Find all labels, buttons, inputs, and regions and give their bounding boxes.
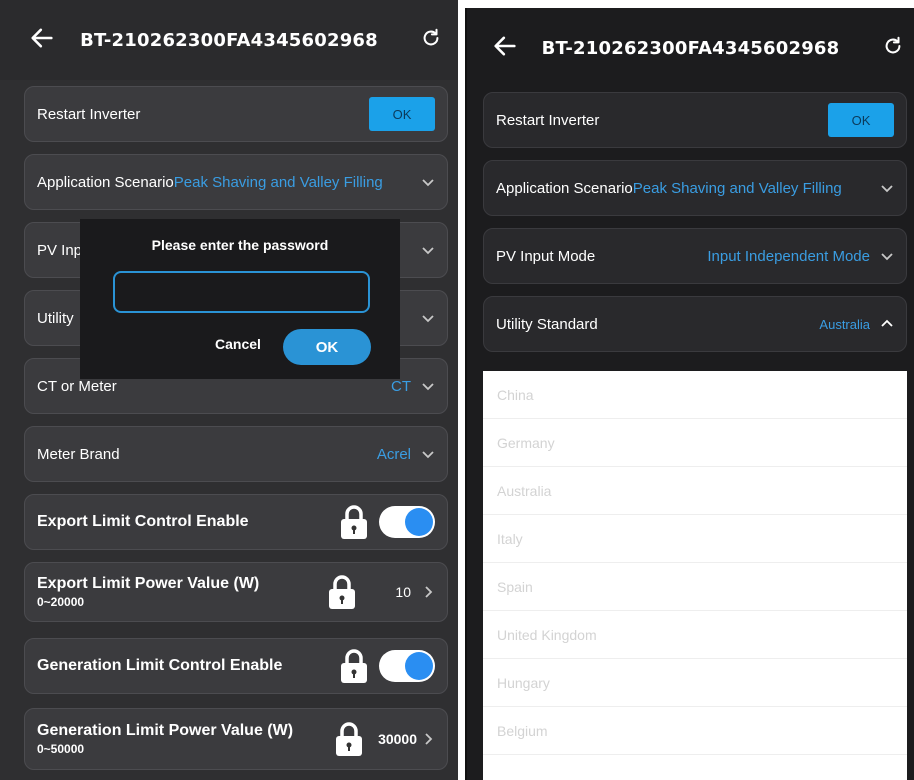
dropdown-option[interactable]: Italy [483, 515, 907, 563]
generation-limit-power-range: 0~50000 [37, 742, 85, 756]
utility-standard-label: Utility [37, 309, 74, 327]
meter-brand-value: Acrel [376, 445, 411, 463]
lock-icon [341, 649, 367, 683]
refresh-icon[interactable] [420, 27, 442, 49]
chevron-up-icon [881, 319, 893, 327]
generation-limit-enable-row: Generation Limit Control Enable [24, 638, 448, 694]
export-limit-enable-row: Export Limit Control Enable [24, 494, 448, 550]
chevron-down-icon [881, 253, 893, 261]
pv-input-mode-row[interactable]: PV Input Mode Input Independent Mode [483, 228, 907, 284]
password-dialog: Please enter the password Cancel OK [80, 219, 400, 379]
device-title: BT-210262300FA4345602968 [80, 29, 378, 51]
chevron-down-icon [422, 383, 434, 391]
export-limit-power-row[interactable]: Export Limit Power Value (W) 0~20000 10 [24, 562, 448, 622]
pv-input-mode-label: PV Input Mode [496, 247, 596, 265]
application-scenario-value: Peak Shaving and Valley Filling [173, 173, 383, 191]
application-scenario-label: Application Scenario [37, 173, 174, 191]
export-limit-power-range: 0~20000 [37, 595, 85, 609]
application-scenario-row[interactable]: Application Scenario Peak Shaving and Va… [483, 160, 907, 216]
chevron-down-icon [422, 179, 434, 187]
utility-standard-value: Australia [819, 316, 870, 332]
generation-limit-enable-label: Generation Limit Control Enable [37, 657, 283, 674]
generation-limit-power-row[interactable]: Generation Limit Power Value (W) 0~50000… [24, 708, 448, 770]
toggle-knob [405, 652, 433, 680]
chevron-down-icon [881, 185, 893, 193]
lock-icon [341, 505, 367, 539]
top-bar: BT-210262300FA4345602968 [0, 0, 458, 80]
restart-inverter-label: Restart Inverter [37, 105, 141, 123]
generation-limit-power-value: 30000 [378, 731, 417, 747]
dropdown-option[interactable]: China [483, 371, 907, 419]
password-dialog-title: Please enter the password [151, 237, 329, 253]
pv-input-mode-value: Input Independent Mode [707, 247, 870, 265]
chevron-right-icon [425, 586, 433, 598]
chevron-right-icon [425, 733, 433, 745]
lock-icon [336, 722, 363, 756]
dropdown-option[interactable]: United Kingdom [483, 611, 907, 659]
dropdown-option[interactable]: Spain [483, 563, 907, 611]
utility-standard-row[interactable]: Utility Standard Australia [483, 296, 907, 352]
generation-limit-toggle[interactable] [379, 650, 435, 682]
toggle-knob [405, 508, 433, 536]
generation-limit-power-label: Generation Limit Power Value (W) [37, 722, 294, 739]
application-scenario-value: Peak Shaving and Valley Filling [632, 179, 842, 197]
application-scenario-row[interactable]: Application Scenario Peak Shaving and Va… [24, 154, 448, 210]
password-input[interactable] [113, 271, 370, 313]
ct-or-meter-label: CT or Meter [37, 377, 117, 395]
meter-brand-row[interactable]: Meter Brand Acrel [24, 426, 448, 482]
application-scenario-label: Application Scenario [496, 179, 633, 197]
utility-standard-label: Utility Standard [496, 315, 598, 333]
export-limit-power-value: 10 [395, 584, 411, 600]
left-screen: BT-210262300FA4345602968 Restart Inverte… [0, 0, 458, 780]
chevron-down-icon [422, 451, 434, 459]
utility-standard-dropdown: China Germany Australia Italy Spain Unit… [483, 371, 907, 780]
ok-button[interactable]: OK [283, 329, 371, 365]
export-limit-enable-label: Export Limit Control Enable [37, 513, 249, 530]
right-screen: BT-210262300FA4345602968 Restart Inverte… [465, 8, 914, 780]
meter-brand-label: Meter Brand [37, 445, 120, 463]
dropdown-option[interactable]: Australia [483, 467, 907, 515]
export-limit-power-label: Export Limit Power Value (W) [37, 575, 260, 592]
restart-ok-button[interactable]: OK [828, 103, 894, 137]
restart-inverter-row: Restart Inverter OK [24, 86, 448, 142]
device-title: BT-210262300FA4345602968 [541, 37, 840, 59]
chevron-down-icon [422, 247, 434, 255]
refresh-icon[interactable] [882, 35, 904, 57]
export-limit-toggle[interactable] [379, 506, 435, 538]
restart-inverter-row: Restart Inverter OK [483, 92, 907, 148]
ct-or-meter-value: CT [391, 377, 411, 395]
pv-input-mode-label: PV Inp [37, 241, 83, 259]
restart-inverter-label: Restart Inverter [496, 111, 600, 129]
restart-ok-button[interactable]: OK [369, 97, 435, 131]
cancel-button[interactable]: Cancel [215, 336, 261, 352]
chevron-down-icon [422, 315, 434, 323]
top-bar: BT-210262300FA4345602968 [467, 8, 914, 88]
dropdown-option[interactable]: Hungary [483, 659, 907, 707]
lock-icon [329, 575, 356, 609]
dropdown-option[interactable]: Germany [483, 419, 907, 467]
dropdown-option[interactable]: Belgium [483, 707, 907, 755]
